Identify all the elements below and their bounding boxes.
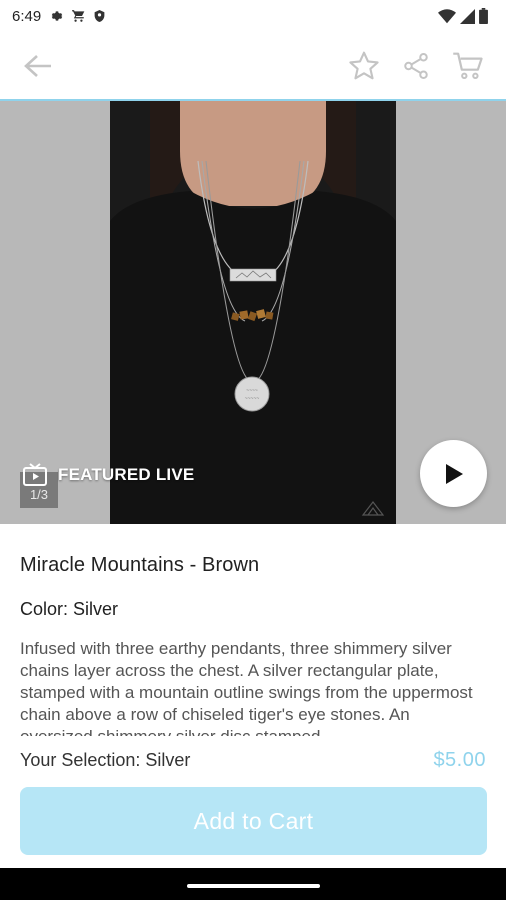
shield-icon (94, 10, 105, 22)
app-bar (0, 32, 506, 99)
status-left-icons (50, 9, 106, 23)
product-media[interactable]: ~~~~ ~~~~~ 1/3 FEATURED LIVE (0, 101, 506, 524)
cart-button[interactable] (448, 46, 488, 86)
svg-text:~~~~: ~~~~ (246, 388, 258, 394)
wifi-icon (438, 8, 456, 23)
cart-icon (453, 52, 483, 79)
cart-icon (72, 10, 85, 22)
selection-text: Your Selection: Silver (20, 749, 191, 770)
price: $5.00 (433, 748, 486, 771)
signal-icon (460, 8, 475, 24)
share-button[interactable] (396, 46, 436, 86)
purchase-footer: Your Selection: Silver $5.00 Add to Cart (0, 736, 506, 868)
add-to-cart-button[interactable]: Add to Cart (20, 787, 487, 855)
product-details-sheet[interactable]: Miracle Mountains - Brown Color: Silver … (0, 524, 506, 736)
status-time: 6:49 (12, 7, 42, 25)
app-bar-actions (344, 46, 488, 86)
watermark-logo-icon (360, 499, 386, 522)
system-nav-bar (0, 868, 506, 900)
back-button[interactable] (18, 46, 58, 86)
favorite-button[interactable] (344, 46, 384, 86)
featured-live-badge[interactable]: FEATURED LIVE (22, 463, 194, 487)
product-color: Color: Silver (20, 599, 119, 619)
gear-icon (51, 11, 63, 21)
star-icon (349, 51, 379, 79)
product-description: Infused with three earthy pendants, thre… (20, 639, 473, 736)
home-indicator[interactable] (187, 884, 320, 888)
selection-row: Your Selection: Silver $5.00 (0, 736, 506, 784)
status-right-icons (438, 8, 488, 24)
featured-live-label: FEATURED LIVE (58, 465, 195, 484)
back-arrow-icon (24, 54, 51, 77)
status-bar: 6:49 (0, 0, 506, 32)
svg-text:~~~~~: ~~~~~ (245, 396, 260, 402)
product-image: ~~~~ ~~~~~ (110, 101, 396, 524)
play-button[interactable] (420, 440, 487, 507)
live-tv-icon (23, 463, 47, 486)
product-title: Miracle Mountains - Brown (20, 554, 260, 576)
share-icon (404, 52, 428, 79)
play-icon (445, 463, 463, 484)
battery-icon (479, 8, 488, 24)
